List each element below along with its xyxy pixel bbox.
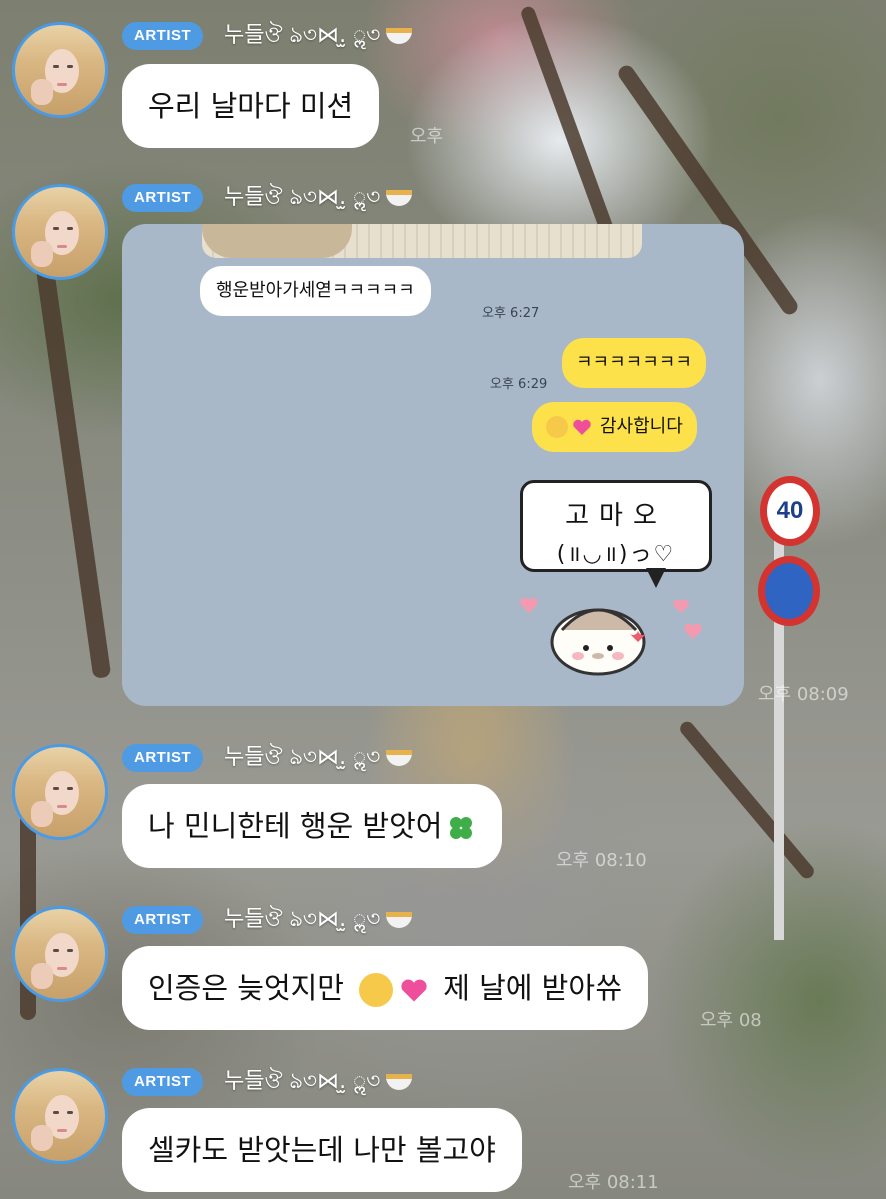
four-leaf-clover-icon xyxy=(450,817,473,839)
outgoing-time: 오후 6:29 xyxy=(490,377,548,392)
speed-limit-sign: 40 xyxy=(760,476,820,546)
message-time: 오후 08:10 xyxy=(556,850,647,871)
no-parking-sign xyxy=(758,556,820,626)
outgoing-bubble: 감사합니다 xyxy=(532,402,697,452)
message-bubble[interactable]: 우리 날마다 미션 xyxy=(122,64,380,148)
artist-badge: ARTIST xyxy=(122,1068,204,1096)
sender-name: 누들ঔ ঌ৩⋈.̫ ॢ৩ xyxy=(224,22,413,50)
sender-name: 누들ঔ ঌ৩⋈.̫ ॢ৩ xyxy=(224,744,413,772)
two-hearts-icon xyxy=(401,979,427,1002)
message-bubble[interactable]: 나 민니한테 행운 받앗어 xyxy=(122,784,503,868)
hand-over-mouth-face-icon xyxy=(359,973,394,1007)
avatar[interactable] xyxy=(12,22,108,118)
heart-icon xyxy=(520,597,538,613)
sticker-speech-box: 고마오 (॥◡॥)っ♡ xyxy=(520,480,712,572)
incoming-time: 오후 6:27 xyxy=(482,306,540,321)
message-bubble[interactable]: 셀카도 받앗는데 나만 볼고야 xyxy=(122,1108,522,1192)
message-time: 오후 08:11 xyxy=(568,1172,659,1193)
image-timestamp: 오후 08:09 xyxy=(758,684,849,705)
message-bubble[interactable]: 인증은 늦엇지만 제 날에 받아쓔 xyxy=(122,946,648,1030)
heart-icon xyxy=(673,599,689,614)
artist-badge: ARTIST xyxy=(122,184,204,212)
message-time: 오후 xyxy=(410,126,444,147)
mascot-sticker xyxy=(550,608,646,676)
artist-badge: ARTIST xyxy=(122,22,204,50)
outgoing-bubble: ㅋㅋㅋㅋㅋㅋㅋ xyxy=(562,338,706,388)
incoming-bubble: 행운받아가세엳ㅋㅋㅋㅋㅋ xyxy=(200,266,431,316)
artist-badge: ARTIST xyxy=(122,744,204,772)
avatar[interactable] xyxy=(12,744,108,840)
ramen-icon xyxy=(386,1074,413,1090)
two-hearts-icon xyxy=(573,419,591,435)
avatar[interactable] xyxy=(12,906,108,1002)
avatar[interactable] xyxy=(12,1068,108,1164)
sender-name: 누들ঔ ঌ৩⋈.̫ ॢ৩ xyxy=(224,906,413,934)
avatar[interactable] xyxy=(12,184,108,280)
pleading-face-icon xyxy=(546,416,568,438)
ramen-icon xyxy=(386,190,413,206)
artist-badge: ARTIST xyxy=(122,906,204,934)
ramen-icon xyxy=(386,912,413,928)
sender-name: 누들ঔ ঌ৩⋈.̫ ॢ৩ xyxy=(224,1068,413,1096)
sender-name: 누들ঔ ঌ৩⋈.̫ ॢ৩ xyxy=(224,184,413,212)
message-time: 오후 08 xyxy=(700,1010,762,1031)
heart-icon xyxy=(684,623,702,639)
ramen-icon xyxy=(386,28,413,44)
image-message[interactable]: 행운받아가세엳ㅋㅋㅋㅋㅋ 오후 6:27 오후 6:29 ㅋㅋㅋㅋㅋㅋㅋ 감사합… xyxy=(122,224,744,706)
ramen-icon xyxy=(386,750,413,766)
